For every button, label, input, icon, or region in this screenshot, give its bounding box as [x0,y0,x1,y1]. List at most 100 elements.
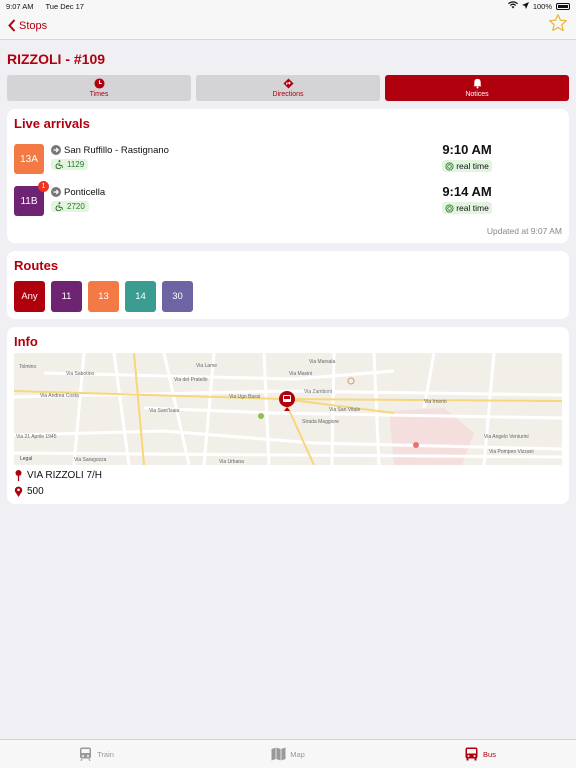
clock-icon [93,78,105,89]
map-label: Via Irnerio [424,399,447,405]
pin-icon [15,470,22,481]
vehicle-tag: 1129 [51,158,89,170]
realtime-icon [445,162,454,171]
tab-bar: Train Map Bus [0,739,576,768]
realtime-icon [445,204,454,213]
tab-notices[interactable]: Notices [385,75,569,101]
arrow-circle-icon [51,187,61,197]
live-arrivals-title: Live arrivals [14,116,90,131]
page-title: RIZZOLI - #109 [7,51,106,67]
map-label: Via Urbana [219,459,244,465]
map-label: Via Ugo Bassi [229,394,260,400]
line-badge: 11B 1 [14,181,49,216]
destination: San Ruffillo - Rastignano [64,144,169,156]
realtime-tag: real time [442,160,492,173]
route-any-button[interactable]: Any [14,281,45,312]
status-bar: 9:07 AM Tue Dec 17 100% [0,0,576,12]
status-date: Tue Dec 17 [45,1,84,11]
wifi-icon [507,1,518,11]
arrival-time: 9:10 AM [442,142,492,158]
map-label: Via Masini [289,371,312,377]
map-label: Via Angelo Venturini [484,434,529,440]
route-label: 14 [135,291,146,302]
info-card: Info Via Sabotino Tolmino Via Andrea Cos… [7,327,569,504]
map-label: Via Sant'Isaia [149,408,180,414]
map-label: Via del Pratello [174,377,208,383]
route-11-button[interactable]: 11 [51,281,82,312]
route-label: 13 [98,291,109,302]
destination: Ponticella [64,186,106,198]
arrow-circle-icon [51,145,61,155]
wheelchair-icon [55,201,64,211]
battery-icon [556,2,570,10]
tab-bus[interactable]: Bus [384,740,576,768]
tab-map[interactable]: Map [192,740,384,768]
route-30-button[interactable]: 30 [162,281,193,312]
bus-icon [465,747,478,761]
route-14-button[interactable]: 14 [125,281,156,312]
distance: 500 [27,486,44,497]
arrival-time: 9:14 AM [442,184,492,200]
tab-directions[interactable]: Directions [196,75,380,101]
map-label: Via Andrea Costa [40,393,79,399]
back-label: Stops [19,19,48,32]
map-label: Via Pompeo Vizzani [489,449,534,455]
map-label: Strada Maggiore [302,419,339,425]
status-time: 9:07 AM [6,1,34,11]
map-label: Tolmino [19,364,36,370]
route-filter: Any 11 13 14 30 [14,281,562,312]
line-number: 13A [20,153,38,165]
map-label: Via Marsala [309,359,336,365]
arrival-row[interactable]: 13A San Ruffillo - Rastignano 1129 9:10 … [14,139,562,179]
line-badge: 13A [14,144,44,174]
line-number: 11B [20,195,38,207]
map-label: Via Sabotino [66,371,94,377]
address-row: VIA RIZZOLI 7/H [14,470,562,481]
vehicle-number: 2720 [67,201,85,211]
map-label: Via Lame [196,363,217,369]
tab-times-label: Times [89,91,109,98]
tab-notices-label: Notices [465,91,489,98]
realtime-label: real time [456,161,489,172]
wheelchair-icon [55,159,64,169]
live-arrivals-card: Live arrivals 13A San Ruffillo - Rastign… [7,109,569,243]
notification-badge: 1 [38,181,49,192]
realtime-label: real time [456,203,489,214]
directions-icon [282,78,294,89]
train-icon [80,747,92,761]
route-13-button[interactable]: 13 [88,281,119,312]
battery-percent: 100% [532,1,552,11]
info-title: Info [14,334,38,349]
favorite-button[interactable] [548,13,568,38]
segmented-control: Times Directions Notices [0,75,576,101]
map-label: Via 21 Aprile 1945 [16,434,57,440]
tab-directions-label: Directions [272,91,304,98]
vehicle-tag: 2720 [51,200,89,212]
tab-map-label: Map [290,749,305,759]
nav-bar: Stops [0,12,576,40]
tab-bus-label: Bus [483,749,496,759]
star-icon [549,14,567,32]
location-marker-icon [14,486,23,497]
tab-train-label: Train [97,749,114,759]
realtime-tag: real time [442,202,492,215]
tab-train[interactable]: Train [0,740,192,768]
map-icon [271,747,286,761]
route-label: 30 [172,291,183,302]
arrival-row[interactable]: 11B 1 Ponticella 2720 9:14 AM real time [14,181,562,221]
back-button[interactable]: Stops [8,19,47,32]
map-label: Via Saragozza [74,457,107,463]
map-label: Via Zamboni [304,389,332,395]
chevron-left-icon [8,19,16,32]
route-label: Any [21,291,38,302]
location-arrow-icon [521,1,529,11]
map-label: Via San Vitale [329,407,360,413]
tab-times[interactable]: Times [7,75,191,101]
vehicle-number: 1129 [67,159,85,169]
updated-timestamp: Updated at 9:07 AM [486,226,562,236]
map-legal-link[interactable]: Legal [20,456,32,462]
map-view[interactable]: Via Sabotino Tolmino Via Andrea Costa Vi… [14,353,562,465]
route-label: 11 [61,291,72,302]
address: VIA RIZZOLI 7/H [27,470,103,481]
routes-card: Routes Any 11 13 14 30 [7,251,569,319]
